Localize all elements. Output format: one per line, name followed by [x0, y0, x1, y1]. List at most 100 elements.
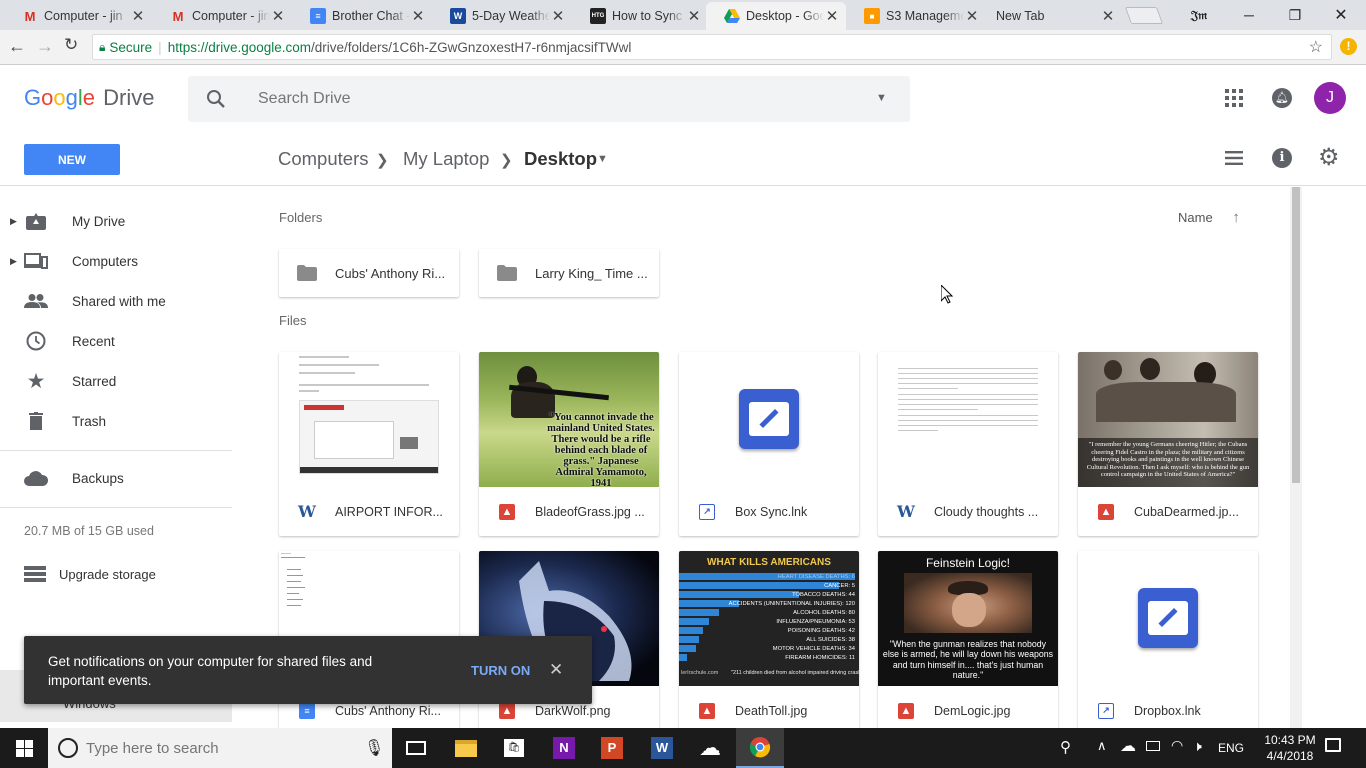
show-hidden-icons-icon[interactable]: ∧ — [1097, 738, 1107, 754]
file-card[interactable]: Feinstein Logic! "When the gunman realiz… — [878, 551, 1058, 735]
close-tab-icon[interactable]: ✕ — [824, 7, 840, 25]
url-separator: | — [158, 39, 162, 55]
scrollbar-thumb[interactable] — [1292, 187, 1300, 483]
infographic-row: ACCIDENTS (UNINTENTIONAL INJURIES): 120 — [728, 601, 855, 607]
minimize-window-icon[interactable]: ─ — [1226, 0, 1272, 30]
search-box[interactable]: ▼ — [188, 76, 910, 122]
powerpoint-icon[interactable]: P — [588, 728, 636, 768]
file-explorer-icon[interactable] — [442, 728, 490, 768]
wifi-icon[interactable]: ◠ — [1171, 737, 1183, 754]
microphone-icon[interactable]: 🎙︎ — [364, 738, 384, 758]
sidebar-item-recent[interactable]: Recent — [0, 321, 232, 361]
folder-item[interactable]: Larry King_ Time ... — [479, 249, 659, 297]
close-tab-icon[interactable]: ✕ — [1100, 7, 1116, 25]
search-icon[interactable] — [206, 89, 226, 109]
browser-tab[interactable]: W 5-Day Weather ✕ — [432, 2, 572, 30]
folder-item[interactable]: Cubs' Anthony Ri... — [279, 249, 459, 297]
file-card[interactable]: ↗ Dropbox.lnk — [1078, 551, 1258, 735]
new-tab-button[interactable] — [1124, 7, 1164, 24]
sidebar-item-shared-with-me[interactable]: Shared with me — [0, 281, 232, 321]
close-tab-icon[interactable]: ✕ — [410, 7, 426, 25]
bookmark-star-icon[interactable]: ☆ — [1309, 37, 1323, 57]
drive-header: Google Drive ▼ 🔔︎ J NEW Computers ❯ My L… — [0, 66, 1366, 186]
close-toast-icon[interactable]: ✕ — [549, 660, 563, 680]
details-info-icon[interactable]: i — [1272, 148, 1292, 168]
forward-arrow-icon[interactable]: → — [36, 36, 56, 58]
drive-icon — [724, 8, 740, 24]
browser-tab[interactable]: New Tab ✕ — [986, 2, 1122, 30]
close-window-icon[interactable]: ✕ — [1318, 0, 1364, 30]
reload-icon[interactable]: ↻ — [64, 35, 84, 57]
onedrive-tray-icon[interactable]: ☁ — [1120, 736, 1136, 756]
browser-tab[interactable]: M Computer - jin ✕ — [152, 2, 292, 30]
sidebar-item-computers[interactable]: ▶ Computers — [0, 241, 232, 281]
close-tab-icon[interactable]: ✕ — [130, 7, 146, 25]
back-arrow-icon[interactable]: ← — [8, 36, 28, 58]
settings-gear-icon[interactable]: ⚙ — [1318, 143, 1340, 172]
restore-window-icon[interactable]: ❐ — [1272, 0, 1318, 30]
google-drive-logo[interactable]: Google Drive — [24, 85, 154, 111]
volume-icon[interactable]: 🕨︎ — [1193, 738, 1202, 755]
upgrade-storage-link[interactable]: Upgrade storage — [24, 566, 156, 582]
expand-arrow-icon[interactable]: ▶ — [10, 256, 17, 267]
close-tab-icon[interactable]: ✕ — [550, 7, 566, 25]
people-icon[interactable]: ⚲ — [1060, 738, 1071, 756]
taskbar-search-input[interactable] — [86, 738, 346, 758]
task-view-icon[interactable] — [392, 728, 440, 768]
expand-arrow-icon[interactable]: ▶ — [10, 216, 17, 227]
cortana-icon[interactable] — [58, 738, 78, 758]
address-bar[interactable]: 🔒︎ Secure | https://drive.google.com /dr… — [92, 34, 1332, 60]
close-tab-icon[interactable]: ✕ — [686, 7, 702, 25]
onedrive-icon[interactable]: ☁ — [686, 728, 734, 768]
vertical-scrollbar[interactable] — [1290, 187, 1302, 728]
notifications-bell-icon[interactable]: 🔔︎ — [1272, 88, 1292, 108]
close-tab-icon[interactable]: ✕ — [964, 7, 980, 25]
word-icon[interactable]: W — [638, 728, 686, 768]
taskbar-search-box[interactable]: 🎙︎ — [48, 728, 392, 768]
breadcrumb-my-laptop[interactable]: My Laptop — [403, 148, 489, 170]
file-caption: ▲ BladeofGrass.jpg ... — [479, 487, 659, 536]
sidebar-item-starred[interactable]: ★ Starred — [0, 361, 232, 401]
windows-start-button[interactable] — [0, 728, 48, 768]
sidebar-item-backups[interactable]: Backups — [0, 458, 232, 498]
store-icon[interactable]: 🛍︎ — [490, 728, 538, 768]
language-indicator[interactable]: ENG — [1218, 741, 1244, 755]
account-avatar[interactable]: J — [1314, 82, 1346, 114]
close-tab-icon[interactable]: ✕ — [270, 7, 286, 25]
file-card[interactable]: "You cannot invade the mainland United S… — [479, 352, 659, 536]
sort-ascending-arrow-icon[interactable]: ↑ — [1232, 209, 1240, 226]
file-card[interactable]: "I remember the young Germans cheering H… — [1078, 352, 1258, 536]
file-card[interactable]: W Cloudy thoughts ... — [878, 352, 1058, 536]
browser-tab[interactable]: M Computer - jin ✕ — [4, 2, 152, 30]
infographic-row: TOBACCO DEATHS: 44 — [792, 592, 855, 598]
file-card[interactable]: W AIRPORT INFOR... — [279, 352, 459, 536]
breadcrumb-computers[interactable]: Computers — [278, 148, 368, 170]
browser-tab[interactable]: ≡ Brother Chat - ✕ — [292, 2, 432, 30]
chrome-update-icon[interactable]: ! — [1340, 38, 1357, 55]
file-card[interactable]: WHAT KILLS AMERICANS HEART DISEASE DEATH… — [679, 551, 859, 735]
browser-tab[interactable]: HTG How to Sync Y ✕ — [572, 2, 708, 30]
browser-tab-active[interactable]: Desktop - Goo ✕ — [706, 2, 846, 30]
list-view-icon[interactable] — [1225, 151, 1243, 165]
file-card[interactable]: ↗ Box Sync.lnk — [679, 352, 859, 536]
new-button[interactable]: NEW — [24, 144, 120, 175]
chrome-icon[interactable] — [736, 728, 784, 768]
apps-grid-icon[interactable] — [1225, 89, 1243, 107]
search-options-dropdown-icon[interactable]: ▼ — [876, 92, 887, 104]
battery-icon[interactable] — [1146, 741, 1160, 751]
clock[interactable]: 10:43 PM 4/4/2018 — [1262, 732, 1318, 764]
turn-on-notifications-button[interactable]: TURN ON — [471, 663, 530, 678]
folder-menu-dropdown-icon[interactable]: ▼ — [597, 153, 608, 165]
onenote-icon[interactable]: N — [540, 728, 588, 768]
infographic-row: INFLUENZA/PNEUMONIA: 53 — [776, 619, 855, 625]
sort-by-name-button[interactable]: Name ↑ — [1178, 209, 1240, 226]
tab-title: Computer - jin — [44, 9, 123, 23]
sidebar-item-trash[interactable]: Trash — [0, 401, 232, 441]
breadcrumb-desktop[interactable]: Desktop — [524, 148, 597, 170]
browser-tab[interactable]: ■ S3 Manageme ✕ — [846, 2, 986, 30]
sidebar-item-my-drive[interactable]: ▶ My Drive — [0, 201, 232, 241]
action-center-icon[interactable] — [1325, 738, 1341, 752]
infographic-title: WHAT KILLS AMERICANS — [707, 557, 831, 568]
user-profile-icon[interactable]: 𝔍𝔪 — [1176, 0, 1222, 30]
search-input[interactable] — [258, 88, 818, 110]
